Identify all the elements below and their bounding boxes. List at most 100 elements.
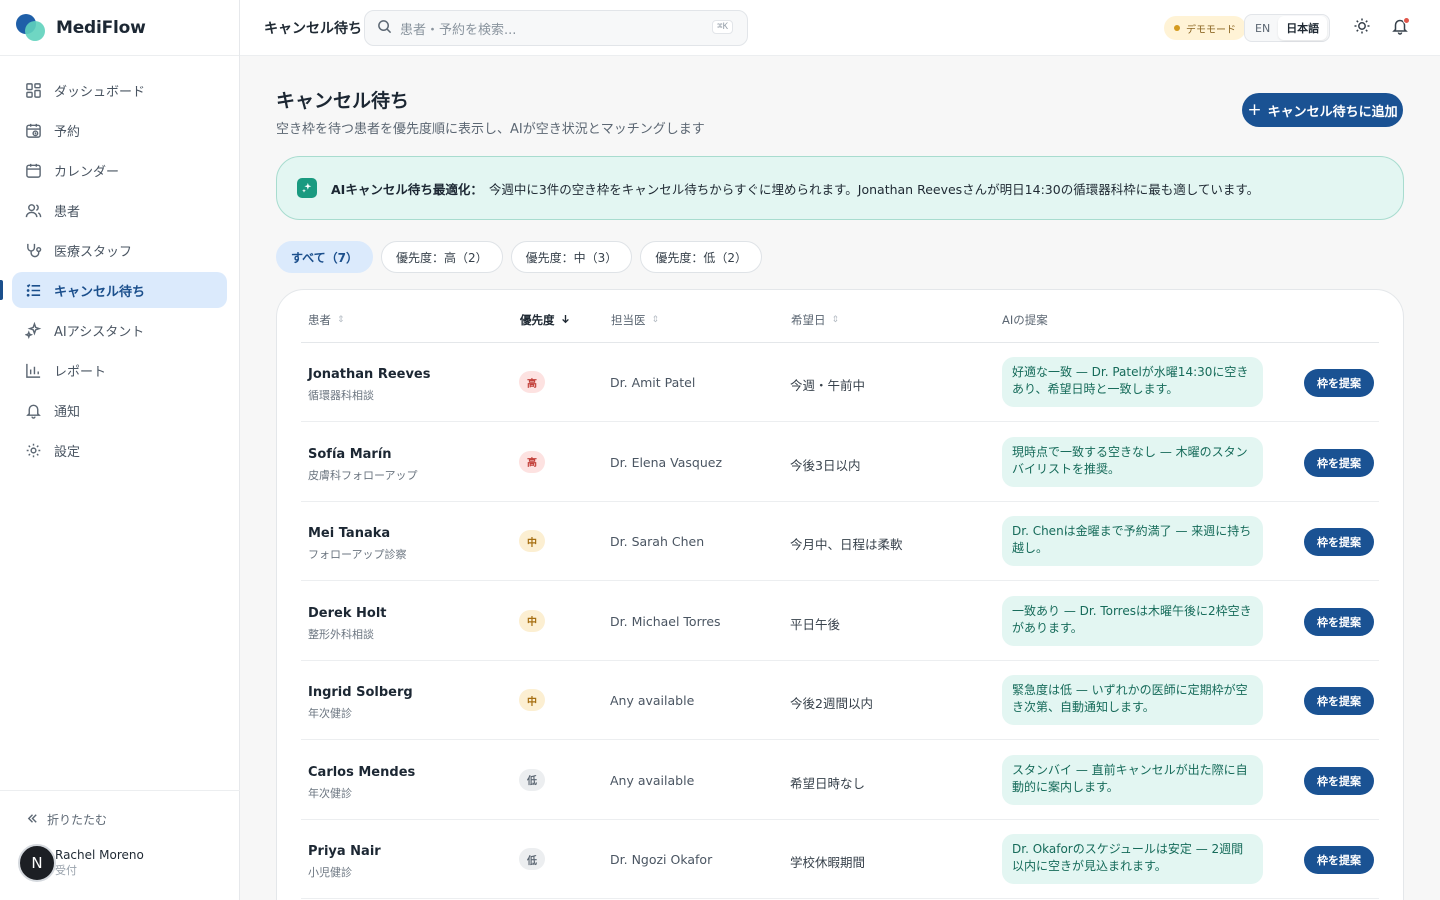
lang-ja-option[interactable]: 日本語 <box>1278 16 1328 40</box>
filter-low[interactable]: 優先度：低（2） <box>640 241 762 273</box>
sidebar-item-notifications[interactable]: 通知 <box>12 392 227 428</box>
bell-icon <box>24 401 42 419</box>
patient-name[interactable]: Priya Nair <box>308 844 381 859</box>
patient-name[interactable]: Jonathan Reeves <box>308 367 431 382</box>
suggest-slot-button[interactable]: 枠を提案 <box>1304 846 1374 874</box>
header-preferred[interactable]: 希望日 ⇕ <box>791 312 839 328</box>
sidebar-item-label: 通知 <box>54 404 81 420</box>
list-icon <box>24 281 42 299</box>
header-patient[interactable]: 患者 ⇕ <box>308 312 345 328</box>
ai-suggestion: 緊急度は低 — いずれかの医師に定期枠が空き次第、自動通知します。 <box>1002 675 1263 725</box>
ai-banner-label: AIキャンセル待ち最適化： <box>331 181 483 197</box>
preferred-date: 学校休暇期間 <box>790 855 866 870</box>
sidebar-item-staff[interactable]: 医療スタッフ <box>12 232 227 268</box>
appointment-type: 年次健診 <box>308 707 352 720</box>
sidebar-item-label: キャンセル待ち <box>54 284 146 300</box>
header-priority[interactable]: 優先度 <box>520 312 570 328</box>
appointment-type: 皮膚科フォローアップ <box>308 468 418 482</box>
table-row[interactable]: Priya Nair 小児健診 低 Dr. Ngozi Okafor 学校休暇期間 Dr.… <box>301 820 1379 899</box>
add-button-label: キャンセル待ちに追加 <box>1267 104 1398 120</box>
suggest-slot-button[interactable]: 枠を提案 <box>1304 607 1374 636</box>
sidebar-footer: 折りたたむ N Rachel Moreno 受付 <box>0 790 240 900</box>
search-placeholder: 患者・予約を検索... <box>400 22 517 38</box>
search-shortcut: ⌘K <box>712 20 733 34</box>
sidebar-item-settings[interactable]: 設定 <box>12 432 227 468</box>
sparkles-icon <box>24 321 42 339</box>
table-row[interactable]: Ingrid Solberg 年次健診 中 Any available 今後2週間以内 緊… <box>301 661 1379 740</box>
priority-badge: 低 <box>519 768 545 791</box>
notifications-button[interactable] <box>1389 17 1411 39</box>
table-row[interactable]: Derek Holt 整形外科相談 中 Dr. Michael Torres 平日午後 一… <box>301 582 1379 661</box>
topbar: キャンセル待ち 患者・予約を検索... ⌘K デモモード EN 日本語 <box>240 0 1440 56</box>
suggest-slot-button[interactable]: 枠を提案 <box>1304 528 1374 556</box>
bar-chart-icon <box>24 361 42 379</box>
priority-badge: 高 <box>519 450 545 473</box>
header-doctor[interactable]: 担当医 ⇕ <box>611 312 659 328</box>
lang-en-option[interactable]: EN <box>1247 18 1278 39</box>
table-row[interactable]: Jonathan Reeves 循環器科相談 高 Dr. Amit Patel 今週・午… <box>301 343 1379 422</box>
search-icon <box>377 19 392 38</box>
patient-name[interactable]: Ingrid Solberg <box>308 685 413 700</box>
table-row[interactable]: Mei Tanaka フォローアップ診察 中 Dr. Sarah Chen 今月中、日程… <box>301 502 1379 581</box>
doctor-name: Dr. Elena Vasquez <box>610 454 723 470</box>
sidebar-item-ai-assistant[interactable]: AIアシスタント <box>12 312 227 348</box>
appointment-type: 整形外科相談 <box>308 627 374 641</box>
collapse-label: 折りたたむ <box>47 813 108 827</box>
ai-suggestion: 現時点で一致する空きなし — 木曜のスタンバイリストを推奨。 <box>1002 436 1263 487</box>
sort-icon: ⇕ <box>337 315 345 325</box>
preferred-date: 今月中、日程は柔軟 <box>790 537 903 552</box>
filter-high[interactable]: 優先度：高（2） <box>381 241 503 273</box>
sidebar-item-dashboard[interactable]: ダッシュボード <box>12 72 227 108</box>
brand[interactable]: MediFlow <box>0 0 239 56</box>
patient-name[interactable]: Sofía Marín <box>308 447 392 462</box>
demo-mode-badge: デモモード <box>1164 16 1246 40</box>
appointment-type: 循環器科相談 <box>308 389 374 402</box>
sort-icon: ⇕ <box>831 315 840 325</box>
suggest-slot-button[interactable]: 枠を提案 <box>1304 369 1374 397</box>
add-to-waitlist-button[interactable]: + キャンセル待ちに追加 <box>1242 93 1403 127</box>
sidebar-item-patients[interactable]: 患者 <box>12 192 227 228</box>
sidebar-item-calendar[interactable]: カレンダー <box>12 152 227 188</box>
sidebar-item-appointments[interactable]: 予約 <box>12 112 227 148</box>
doctor-name: Any available <box>610 772 695 788</box>
suggest-slot-button[interactable]: 枠を提案 <box>1304 687 1374 715</box>
filter-chips: すべて（7） 優先度：高（2） 優先度：中（3） 優先度：低（2） <box>276 241 770 273</box>
patient-name[interactable]: Derek Holt <box>308 606 387 621</box>
priority-badge: 中 <box>519 530 545 552</box>
sidebar-item-reports[interactable]: レポート <box>12 352 227 388</box>
sidebar-item-label: 患者 <box>54 204 81 220</box>
suggest-slot-button[interactable]: 枠を提案 <box>1304 766 1374 795</box>
users-icon <box>24 201 42 219</box>
topbar-title: キャンセル待ち <box>264 20 362 37</box>
brand-logo-icon <box>16 13 48 42</box>
table-row[interactable]: Carlos Mendes 年次健診 低 Any available 希望日時なし スタン… <box>301 741 1379 820</box>
calendar-clock-icon <box>24 121 42 139</box>
page-subtitle: 空き枠を待つ患者を優先度順に表示し、AIが空き状況とマッチングします <box>276 122 705 137</box>
priority-badge: 低 <box>519 848 545 870</box>
suggest-slot-button[interactable]: 枠を提案 <box>1304 448 1374 477</box>
preferred-date: 希望日時なし <box>790 775 866 791</box>
sidebar-item-label: ダッシュボード <box>54 84 146 100</box>
collapse-button[interactable]: 折りたたむ <box>0 791 240 828</box>
filter-all[interactable]: すべて（7） <box>276 241 374 273</box>
filter-mid[interactable]: 優先度：中（3） <box>510 241 633 273</box>
patient-name[interactable]: Mei Tanaka <box>308 526 390 541</box>
sidebar-nav: ダッシュボード 予約 カレンダー 患者 医療スタッフ キャンセル待ち AIアシス… <box>0 56 239 488</box>
doctor-name: Dr. Ngozi Okafor <box>610 852 713 867</box>
theme-toggle-button[interactable] <box>1351 17 1373 39</box>
table-row[interactable]: Sofía Marín 皮膚科フォローアップ 高 Dr. Elena Vasquez 今… <box>301 423 1379 502</box>
demo-mode-label: デモモード <box>1186 24 1236 36</box>
ai-suggestion: Dr. Okaforのスケジュールは安定 — 2週間以内に空きが見込まれます。 <box>1002 834 1263 884</box>
user-profile[interactable]: N Rachel Moreno 受付 <box>18 844 144 882</box>
user-name: Rachel Moreno <box>55 848 144 862</box>
calendar-icon <box>24 161 42 179</box>
sidebar-item-waitlist[interactable]: キャンセル待ち <box>0 272 227 308</box>
sidebar: MediFlow ダッシュボード 予約 カレンダー 患者 医療スタッフ キャンセ… <box>0 0 240 900</box>
arrow-down-icon <box>561 314 570 327</box>
page-title: キャンセル待ち <box>276 90 410 112</box>
user-role: 受付 <box>55 864 77 877</box>
main-content: キャンセル待ち 空き枠を待つ患者を優先度順に表示し、AIが空き状況とマッチングし… <box>240 56 1440 900</box>
search-input[interactable]: 患者・予約を検索... ⌘K <box>364 10 748 46</box>
patient-name[interactable]: Carlos Mendes <box>308 765 415 780</box>
sidebar-item-label: 予約 <box>54 124 81 140</box>
